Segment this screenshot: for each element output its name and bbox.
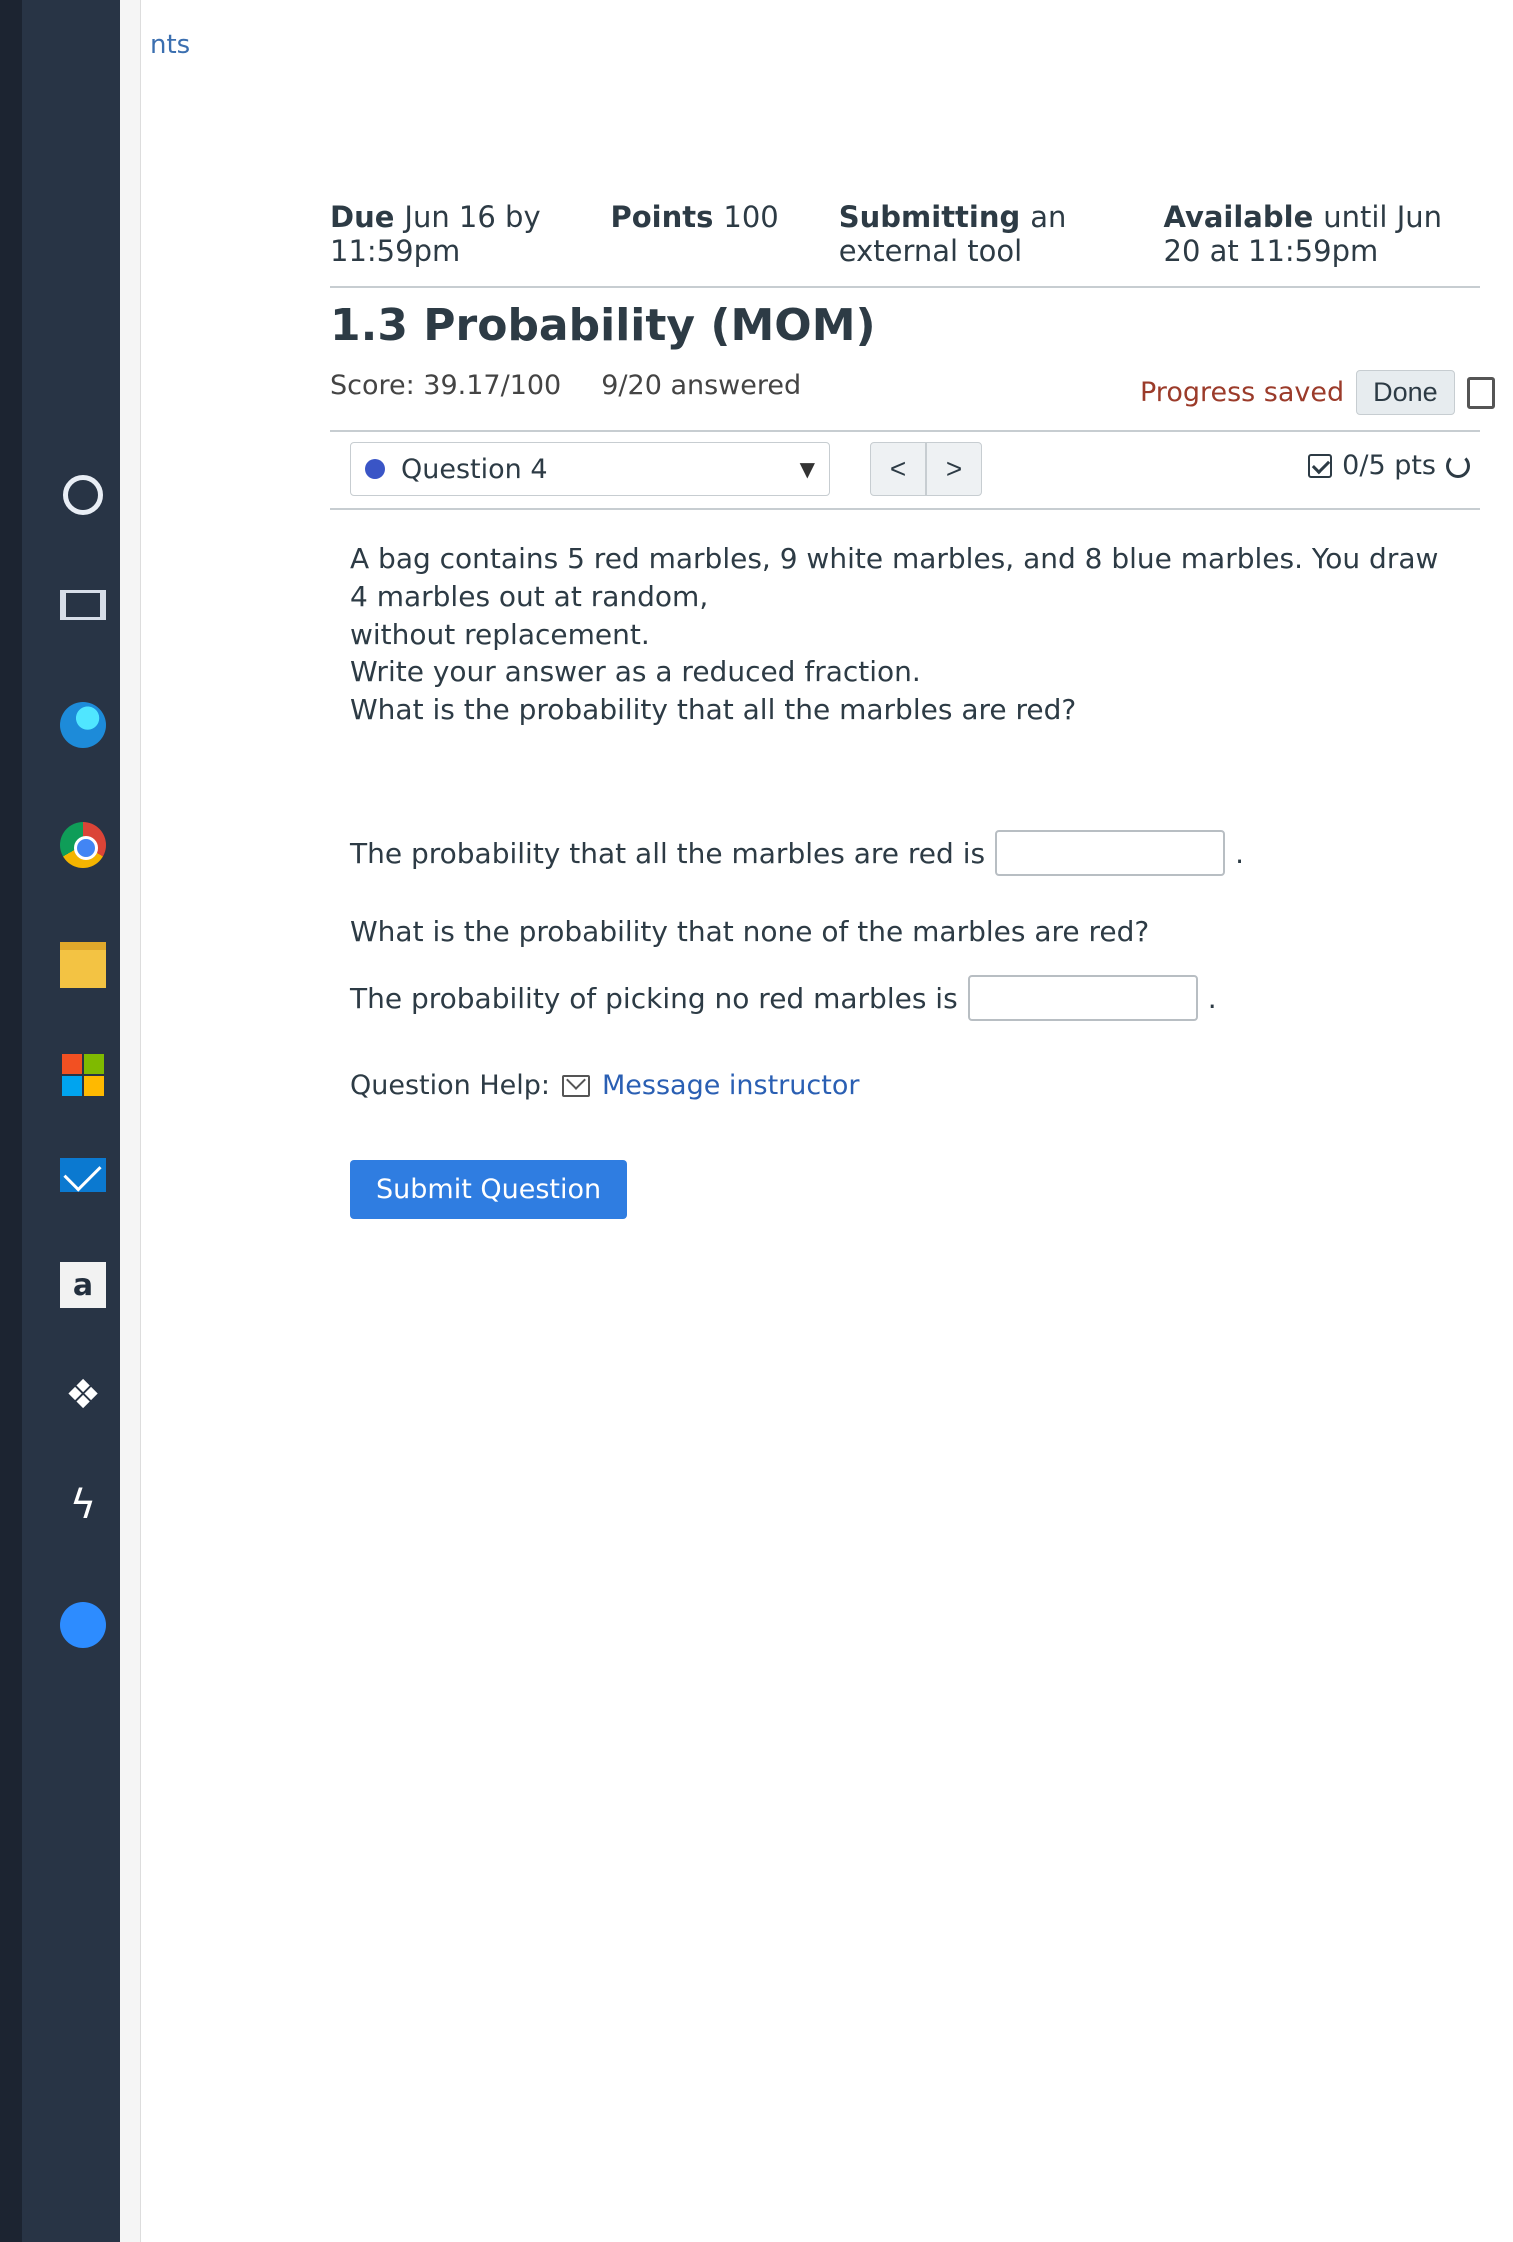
submitting-label: Submitting	[838, 200, 1021, 234]
answer-prompt-none-red: The probability of picking no red marble…	[350, 981, 958, 1015]
edge-icon[interactable]	[58, 700, 108, 750]
points-label: Points	[610, 200, 714, 234]
retry-icon[interactable]	[1446, 453, 1470, 478]
file-explorer-icon[interactable]	[58, 940, 108, 990]
period: .	[1207, 981, 1217, 1015]
previous-question-button[interactable]: <	[870, 442, 926, 496]
answered-count: 9/20 answered	[601, 370, 802, 401]
course-nav-gutter	[120, 0, 141, 2242]
question-text-line: A bag contains 5 red marbles, 9 white ma…	[350, 542, 1439, 613]
score-summary: Score: 39.17/100 9/20 answered	[330, 370, 801, 401]
done-button[interactable]: Done	[1356, 370, 1455, 415]
mail-icon[interactable]	[58, 1150, 108, 1200]
question-navigation: Question 4 ▼ < > 0/5 pts	[330, 430, 1480, 510]
caret-down-icon: ▼	[799, 457, 815, 481]
submitting: Submitting an external tool	[839, 200, 1104, 268]
question-select-value: Question 4	[401, 453, 548, 485]
answer-prompt-all-red: The probability that all the marbles are…	[350, 836, 986, 870]
submit-question-button[interactable]: Submit Question	[350, 1160, 628, 1219]
course-nav-item-partial[interactable]: nts	[150, 30, 190, 60]
assignment-details: Due Jun 16 by 11:59pm Points 100 Submittin…	[330, 200, 1480, 288]
dropbox-icon[interactable]: ❖	[58, 1370, 108, 1420]
due-date: Due Jun 16 by 11:59pm	[330, 200, 551, 268]
message-instructor-link[interactable]: Message instructor	[602, 1070, 859, 1101]
question-status-dot	[365, 459, 385, 479]
amazon-icon[interactable]: a	[58, 1260, 108, 1310]
assignment-title: 1.3 Probability (MOM)	[330, 300, 876, 351]
answer-input-none-red[interactable]	[967, 975, 1198, 1021]
print-icon[interactable]	[1466, 376, 1495, 409]
question-points-value: 0/5 pts	[1342, 450, 1436, 481]
header-actions: Progress saved Done	[1140, 370, 1495, 415]
period: .	[1235, 836, 1244, 870]
check-box-icon	[1308, 453, 1333, 478]
question-text-line: Write your answer as a reduced fraction.	[350, 655, 921, 689]
search-icon[interactable]	[58, 470, 108, 520]
question-help-label: Question Help:	[350, 1070, 550, 1101]
points-value: 100	[723, 200, 779, 234]
task-view-icon[interactable]	[58, 580, 108, 630]
next-question-button[interactable]: >	[926, 442, 982, 496]
answer-row-none-red: The probability of picking no red marble…	[350, 975, 1217, 1021]
question-text-line: What is the probability that all the mar…	[350, 693, 1077, 727]
available-label: Available	[1163, 200, 1314, 234]
windows-taskbar: a ❖ ϟ	[0, 0, 120, 2242]
answer-input-all-red[interactable]	[995, 830, 1226, 876]
question-select[interactable]: Question 4 ▼	[350, 442, 830, 496]
question-points: 0/5 pts	[1308, 450, 1470, 481]
available: Available until Jun 20 at 11:59pm	[1164, 200, 1480, 268]
taskbar-edge	[0, 0, 22, 2242]
mail-icon	[562, 1074, 590, 1097]
progress-status: Progress saved	[1140, 377, 1345, 408]
chrome-icon[interactable]	[58, 820, 108, 870]
score: Score: 39.17/100	[330, 370, 562, 401]
winamp-icon[interactable]: ϟ	[58, 1480, 108, 1530]
question-help: Question Help: Message instructor	[350, 1070, 859, 1101]
points: Points 100	[611, 200, 779, 268]
question-text: A bag contains 5 red marbles, 9 white ma…	[350, 540, 1450, 729]
zoom-icon[interactable]	[58, 1600, 108, 1650]
store-icon[interactable]	[58, 1050, 108, 1100]
sub-question-none-red: What is the probability that none of the…	[350, 915, 1150, 948]
due-label: Due	[330, 200, 395, 234]
question-text-line: without replacement.	[350, 617, 650, 651]
answer-row-all-red: The probability that all the marbles are…	[350, 830, 1244, 876]
